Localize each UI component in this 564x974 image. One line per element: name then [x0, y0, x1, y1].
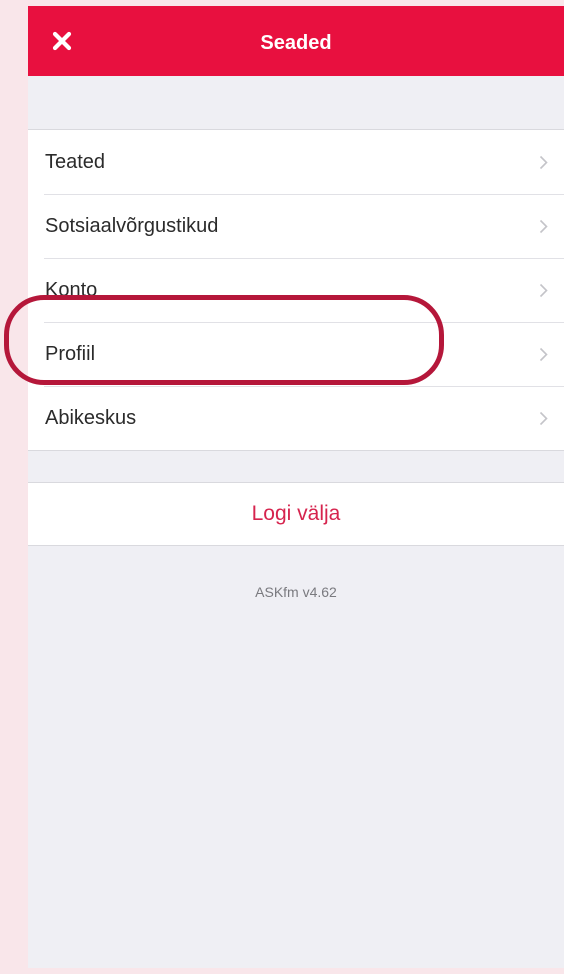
logout-label: Logi välja [251, 502, 341, 525]
settings-item-label: Teated [45, 151, 106, 173]
settings-item-sotsiaalvorgustikud[interactable]: Sotsiaalvõrgustikud [28, 194, 564, 258]
settings-item-profiil[interactable]: Profiil [28, 322, 564, 386]
chevron-right-icon [539, 283, 548, 298]
settings-item-abikeskus[interactable]: Abikeskus [28, 386, 564, 450]
app-version: ASKfm v4.62 [255, 584, 337, 600]
settings-item-label: Abikeskus [45, 407, 137, 429]
chevron-right-icon [539, 219, 548, 234]
chevron-right-icon [539, 347, 548, 362]
nav-bar: Seaded [28, 6, 564, 76]
settings-item-konto[interactable]: Konto [28, 258, 564, 322]
settings-item-label: Profiil [45, 343, 96, 365]
settings-item-label: Sotsiaalvõrgustikud [45, 215, 219, 237]
settings-item-label: Konto [45, 279, 98, 301]
logout-button[interactable]: Logi välja [28, 482, 564, 546]
settings-item-teated[interactable]: Teated [28, 130, 564, 194]
chevron-right-icon [539, 155, 548, 170]
chevron-right-icon [539, 411, 548, 426]
settings-screen: Seaded Teated Sotsiaalvõrgustikud Konto … [28, 6, 564, 968]
page-title: Seaded [260, 32, 332, 54]
settings-list: Teated Sotsiaalvõrgustikud Konto Profiil… [28, 129, 564, 451]
